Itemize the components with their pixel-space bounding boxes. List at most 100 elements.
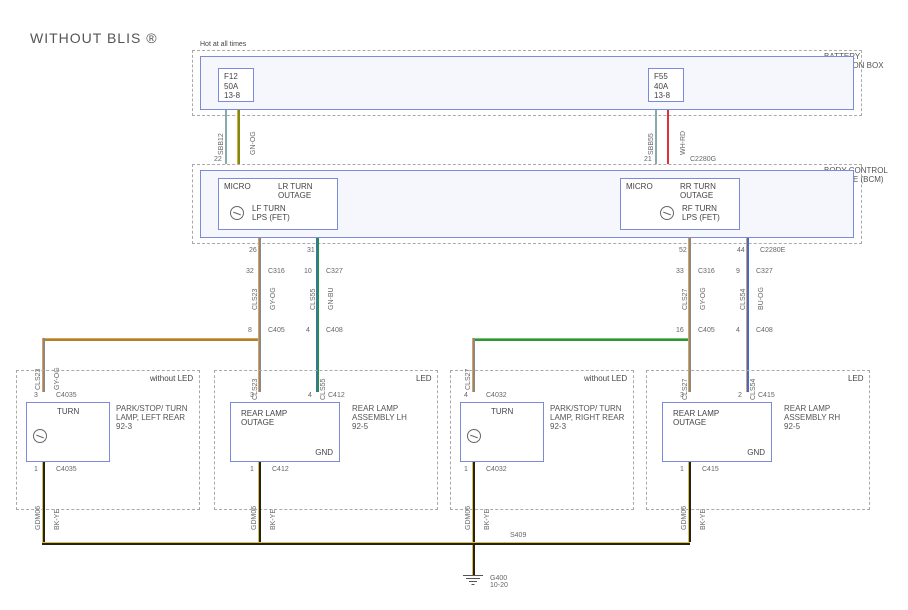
wire-gnog-l bbox=[237, 110, 240, 164]
gnd-wire-2 bbox=[258, 462, 261, 542]
bjb-inner bbox=[200, 56, 854, 110]
c415-conn-bot: C415 bbox=[702, 466, 719, 473]
lbl-gdm06-b: GDM06 bbox=[251, 506, 258, 530]
lbl-gyog-b: GY-OG bbox=[700, 287, 707, 310]
lbl-bkye-b: BK-YE bbox=[270, 509, 277, 530]
lbl-bkye-a: BK-YE bbox=[54, 509, 61, 530]
rl-left-outage-title: REAR LAMP OUTAGE bbox=[241, 409, 301, 427]
rl-left-gnd: GND bbox=[315, 448, 333, 457]
pin-9: 9 bbox=[736, 268, 740, 275]
lbl-cls23a: CLS23 bbox=[252, 289, 259, 310]
pin-32: 32 bbox=[246, 268, 254, 275]
lbl-gyog-c: GY-OG bbox=[54, 367, 61, 390]
pin-8: 8 bbox=[248, 327, 252, 334]
pin-26: 26 bbox=[249, 247, 257, 254]
lr-turn-outage: LR TURN OUTAGE bbox=[278, 182, 333, 200]
lbl-gdm06-d: GDM06 bbox=[681, 506, 688, 530]
bulb-turn-left bbox=[33, 429, 47, 443]
lbl-cls27c: CLS27 bbox=[682, 379, 689, 400]
bulb-turn-right bbox=[467, 429, 481, 443]
lf-fet: LF TURN LPS (FET) bbox=[252, 204, 292, 222]
rf-fet: RF TURN LPS (FET) bbox=[682, 204, 722, 222]
lbl-gnog1: GN-OG bbox=[250, 131, 257, 155]
bulb-icon-l bbox=[230, 206, 244, 220]
rl-right-outage-title: REAR LAMP OUTAGE bbox=[673, 409, 733, 427]
gnd-stub bbox=[472, 545, 475, 575]
lbl-cls23c: CLS23 bbox=[252, 379, 259, 400]
pin-4a: 4 bbox=[306, 327, 310, 334]
c4035-conn-bot: C4035 bbox=[56, 466, 77, 473]
fuse-f12: F12 50A 13-8 bbox=[218, 68, 254, 102]
c4032-pin1: 1 bbox=[464, 466, 468, 473]
lbl-sbb55: SBB55 bbox=[648, 133, 655, 155]
rr-turn-outage: RR TURN OUTAGE bbox=[680, 182, 735, 200]
conn-c2280e: C2280E bbox=[760, 247, 785, 254]
rl-right-gnd: GND bbox=[747, 448, 765, 457]
c4035-conn-top: C4035 bbox=[56, 392, 77, 399]
conn-c405b: C405 bbox=[698, 327, 715, 334]
c412-pin4: 4 bbox=[308, 392, 312, 399]
lbl-gyog-a: GY-OG bbox=[270, 287, 277, 310]
pin-31: 31 bbox=[307, 247, 315, 254]
lbl-bkye-d: BK-YE bbox=[700, 509, 707, 530]
led-1: LED bbox=[416, 374, 432, 383]
micro-l: MICRO bbox=[224, 182, 251, 191]
c412-pin1: 1 bbox=[250, 466, 254, 473]
hot-note: Hot at all times bbox=[200, 41, 246, 48]
lbl-cls55b: CLS55 bbox=[320, 379, 327, 400]
rl-left-asm-title: REAR LAMP ASSEMBLY LH 92-5 bbox=[352, 404, 430, 432]
wire-branch-right bbox=[472, 338, 690, 341]
g400-text: G400 bbox=[490, 575, 507, 582]
ps-left-title-text: PARK/STOP/ TURN LAMP, LEFT REAR bbox=[116, 404, 188, 422]
wire-buog-a bbox=[746, 238, 749, 330]
lbl-cls54b: CLS54 bbox=[750, 379, 757, 400]
fuse-f12-ref: 13-8 bbox=[224, 91, 248, 101]
lbl-gdm06-c: GDM06 bbox=[465, 506, 472, 530]
led-2: LED bbox=[848, 374, 864, 383]
without-led-2: without LED bbox=[584, 374, 627, 383]
lbl-sbb12: SBB12 bbox=[218, 133, 225, 155]
rl-right-asm-text: REAR LAMP ASSEMBLY RH bbox=[784, 404, 840, 422]
c4035-pin1: 1 bbox=[34, 466, 38, 473]
c412-conn-top: C412 bbox=[328, 392, 345, 399]
gnd-wire-1 bbox=[42, 462, 45, 542]
lbl-bkye-c: BK-YE bbox=[484, 509, 491, 530]
rl-left-asm-text: REAR LAMP ASSEMBLY LH bbox=[352, 404, 407, 422]
ps-left-ref: 92-3 bbox=[116, 422, 132, 431]
ps-right-title-text: PARK/STOP/ TURN LAMP, RIGHT REAR bbox=[550, 404, 624, 422]
turn-right-label: TURN bbox=[491, 407, 513, 416]
fuse-f55: F55 40A 13-8 bbox=[648, 68, 684, 102]
lbl-cls27a: CLS27 bbox=[682, 289, 689, 310]
c415-pin1: 1 bbox=[680, 466, 684, 473]
lbl-cls55a: CLS55 bbox=[310, 289, 317, 310]
micro-r: MICRO bbox=[626, 182, 653, 191]
rl-right-asm-title: REAR LAMP ASSEMBLY RH 92-5 bbox=[784, 404, 862, 432]
pin-44: 44 bbox=[737, 247, 745, 254]
lbl-whrd1: WH-RD bbox=[680, 131, 687, 155]
c4032-conn-bot: C4032 bbox=[486, 466, 507, 473]
ps-right-title: PARK/STOP/ TURN LAMP, RIGHT REAR 92-3 bbox=[550, 404, 630, 432]
wire-sbb12 bbox=[225, 110, 227, 164]
lbl-buog-a: BU-OG bbox=[758, 287, 765, 310]
gnd-wire-4 bbox=[688, 462, 691, 542]
turn-left-label: TURN bbox=[57, 407, 79, 416]
ps-left-title: PARK/STOP/ TURN LAMP, LEFT REAR 92-3 bbox=[116, 404, 194, 432]
c4032-conn-top: C4032 bbox=[486, 392, 507, 399]
conn-c408a: C408 bbox=[326, 327, 343, 334]
lbl-gnbu-a: GN-BU bbox=[328, 287, 335, 310]
wire-gnbu-a bbox=[316, 238, 319, 330]
wire-whrd-r bbox=[667, 110, 669, 164]
wire-sbb55 bbox=[655, 110, 657, 164]
wire-gyog-a bbox=[258, 238, 261, 330]
fuse-f12-id: F12 bbox=[224, 72, 248, 82]
c415-pin2: 2 bbox=[738, 392, 742, 399]
lbl-cls23b: CLS23 bbox=[35, 369, 42, 390]
conn-c316a: C316 bbox=[268, 268, 285, 275]
fuse-f12-amps: 50A bbox=[224, 82, 248, 92]
fuse-f55-ref: 13-8 bbox=[654, 91, 678, 101]
g400: G400 10-20 bbox=[490, 575, 508, 589]
rl-left-asm-ref: 92-5 bbox=[352, 422, 368, 431]
c415-conn-top: C415 bbox=[758, 392, 775, 399]
pin-21: 21 bbox=[644, 156, 652, 163]
c4032-pin4: 4 bbox=[464, 392, 468, 399]
